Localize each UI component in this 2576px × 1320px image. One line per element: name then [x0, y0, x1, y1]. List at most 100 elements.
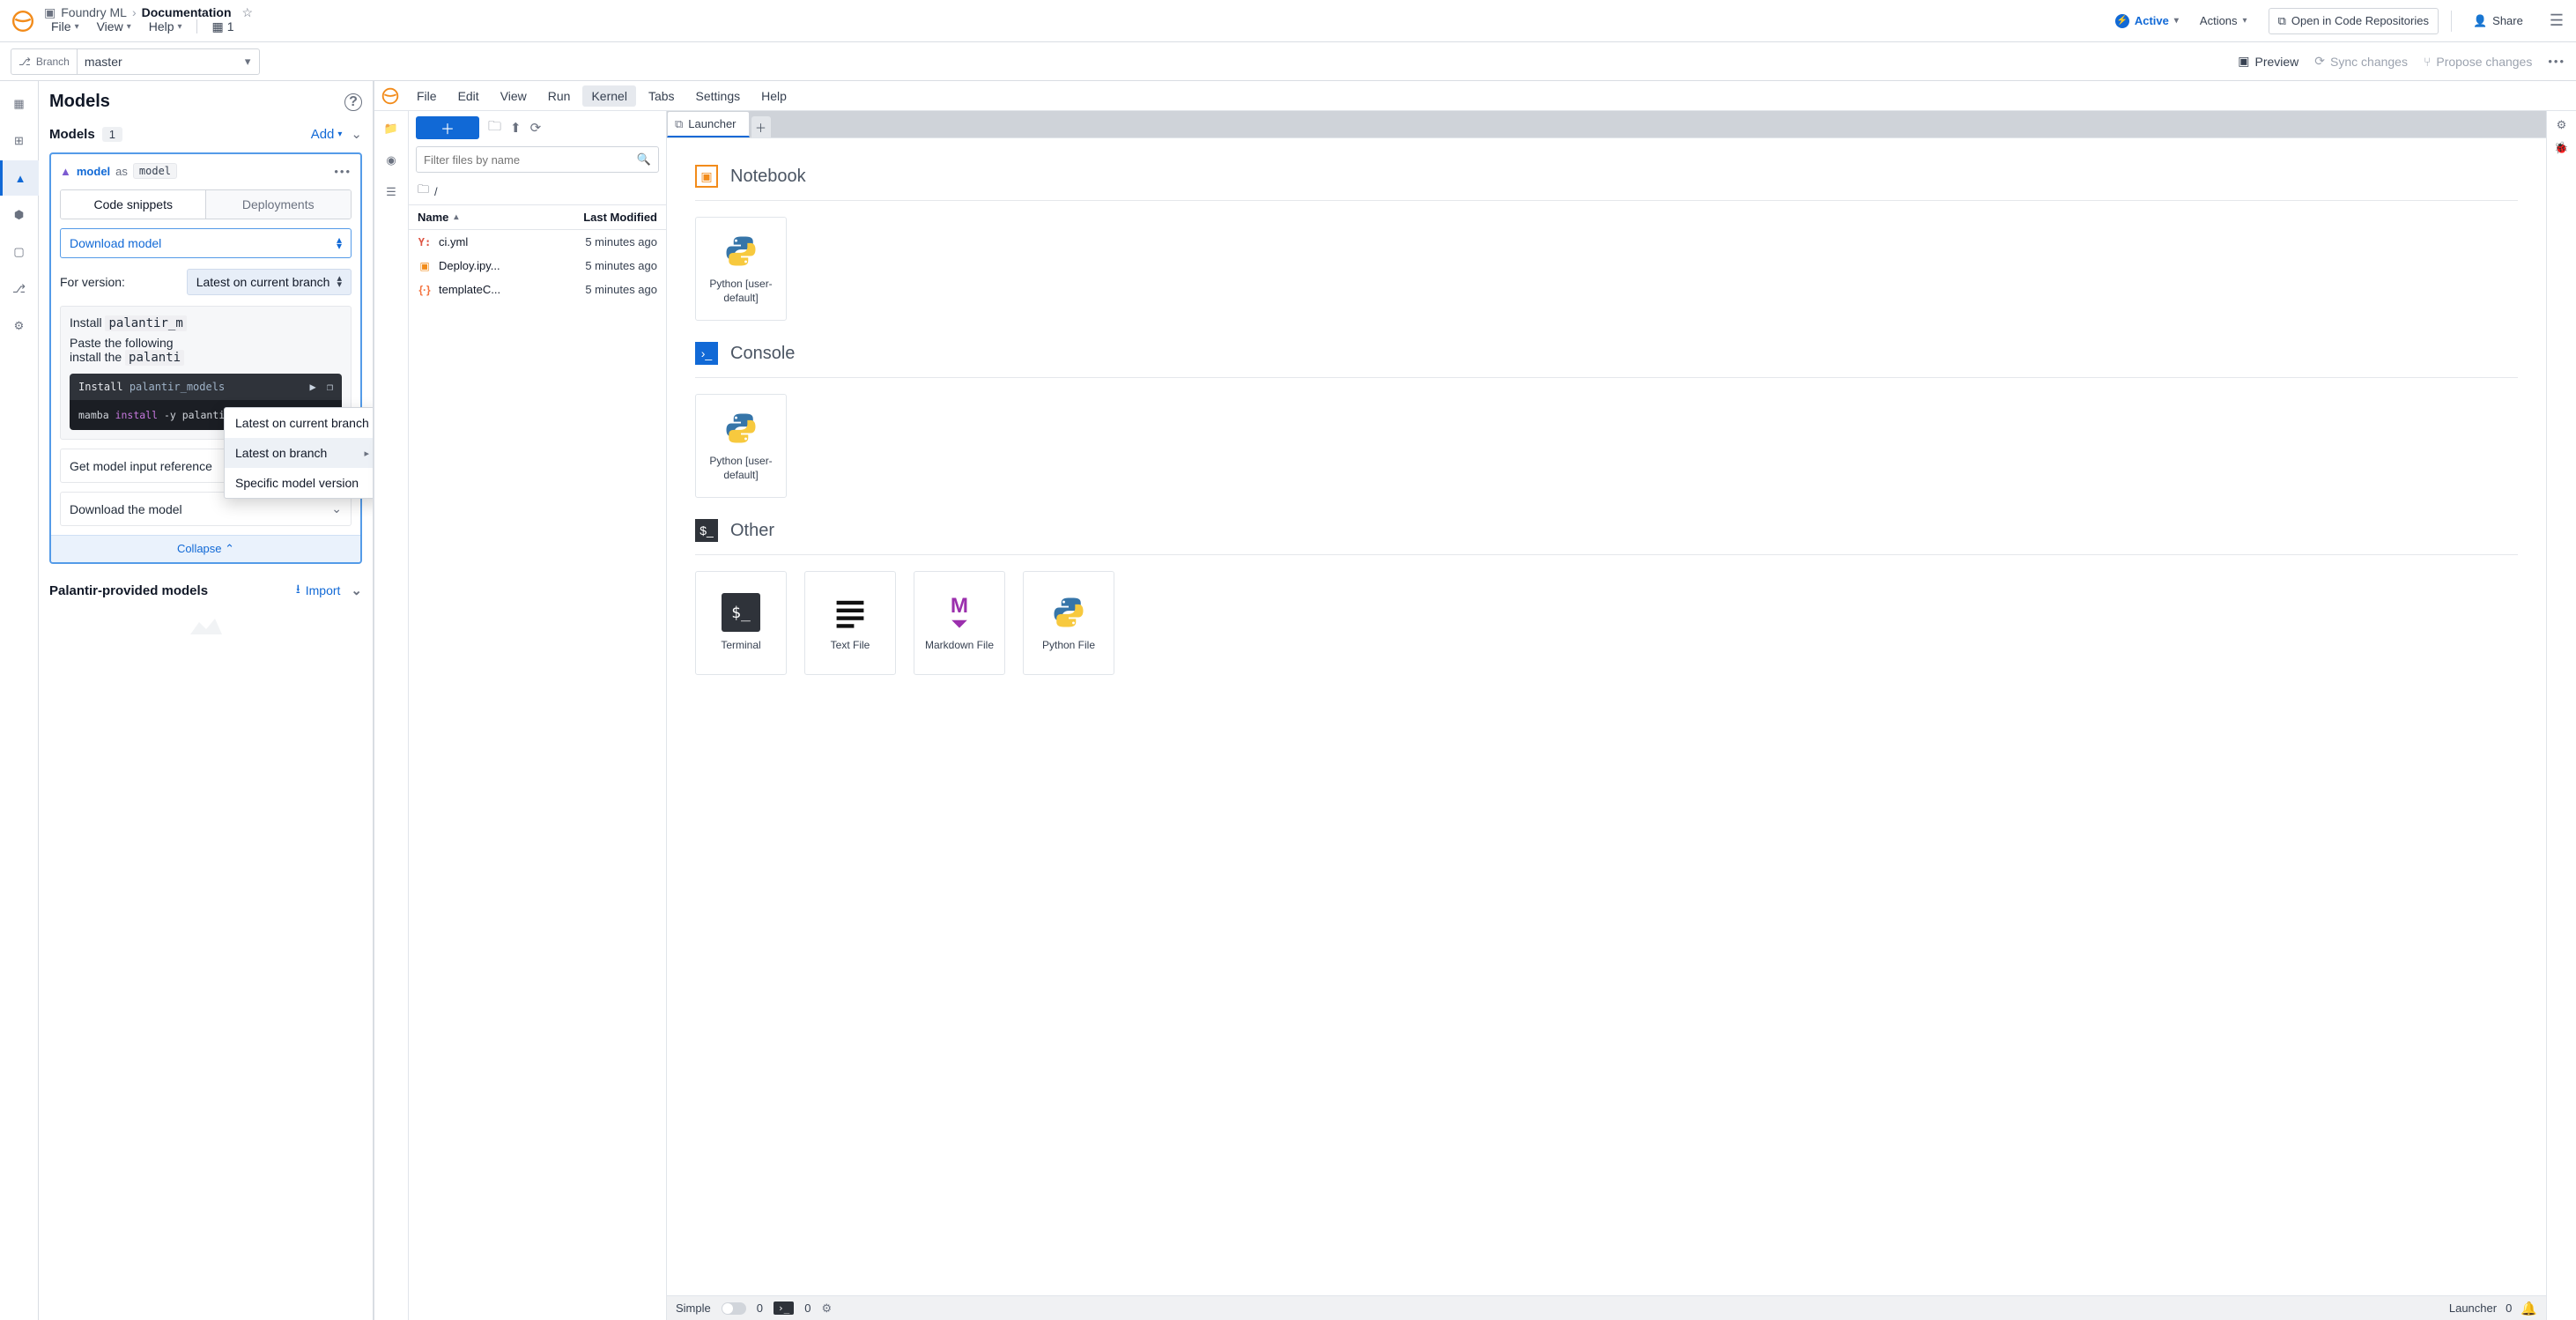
sync-changes-button[interactable]: ⟳Sync changes [2314, 54, 2408, 69]
bug-icon[interactable]: 🐞 [2554, 141, 2568, 155]
gear-icon[interactable]: ⚙ [821, 1301, 832, 1316]
rail-table-icon[interactable]: ▦ [0, 86, 39, 122]
file-breadcrumb[interactable]: 🗀/ [409, 178, 666, 204]
console-section-title: Console [730, 344, 795, 364]
file-browser: ＋ 🗀 ⬆ ⟳ 🔍 🗀/ Name▴ Last Modified [408, 111, 667, 1320]
launcher-card-terminal[interactable]: $_ Terminal [695, 571, 787, 675]
col-modified[interactable]: Last Modified [560, 205, 666, 229]
download-icon: ⭳ [296, 580, 300, 601]
rail-models-icon[interactable]: ▲ [0, 160, 39, 196]
notebook-section-title: Notebook [730, 167, 806, 187]
file-row[interactable]: Y:ci.yml 5 minutes ago [409, 230, 666, 254]
launcher-card-text[interactable]: Text File [804, 571, 896, 675]
new-folder-icon[interactable]: 🗀 [488, 117, 501, 139]
menu-view[interactable]: View▾ [90, 18, 138, 35]
jmenu-settings[interactable]: Settings [687, 85, 750, 107]
model-icon: ▲ [60, 165, 71, 178]
run-code-icon[interactable]: ▶ [310, 381, 316, 393]
file-row[interactable]: {·}templateC... 5 minutes ago [409, 278, 666, 301]
tab-deployments[interactable]: Deployments [206, 190, 352, 219]
jupyter-right-rail: ⚙ 🐞 [2546, 111, 2576, 1320]
jupyter-left-rail: 📁 ◉ ☰ [374, 111, 408, 1320]
branch-selector[interactable]: ⎇Branch master ▾ [11, 48, 260, 75]
file-row[interactable]: ▣Deploy.ipy... 5 minutes ago [409, 254, 666, 278]
refresh-icon[interactable]: ⟳ [530, 120, 542, 136]
contributors-indicator[interactable]: ▦ 1 [204, 17, 242, 37]
help-icon[interactable]: ? [344, 93, 362, 111]
share-button[interactable]: 👤 Share [2464, 9, 2532, 33]
more-icon[interactable]: ••• [2548, 55, 2565, 68]
jupyter-area: File Edit View Run Kernel Tabs Settings … [374, 81, 2576, 1320]
simple-toggle[interactable] [722, 1302, 746, 1315]
terminal-chip-icon[interactable]: ›_ [774, 1301, 794, 1315]
palantir-models-heading: Palantir-provided models [49, 583, 208, 598]
sync-icon: ⟳ [2314, 54, 2325, 69]
jrail-stop-icon[interactable]: ◉ [374, 146, 408, 174]
add-tab-button[interactable]: ＋ [751, 116, 771, 137]
jmenu-file[interactable]: File [408, 85, 446, 107]
new-launcher-button[interactable]: ＋ [416, 116, 479, 139]
upload-icon[interactable]: ⬆ [510, 120, 522, 136]
yaml-icon: Y: [418, 236, 432, 248]
launcher-card-python-console[interactable]: Python [user-default] [695, 394, 787, 498]
bolt-icon: ⚡ [2115, 14, 2129, 28]
launcher-card-python-notebook[interactable]: Python [user-default] [695, 217, 787, 321]
rail-presentation-icon[interactable]: ▢ [0, 234, 39, 270]
svg-text:M: M [951, 594, 968, 618]
jmenu-kernel[interactable]: Kernel [582, 85, 635, 107]
jmenu-tabs[interactable]: Tabs [640, 85, 684, 107]
version-selector[interactable]: Latest on current branch ▴▾ [187, 269, 352, 295]
preview-button[interactable]: ▣Preview [2238, 54, 2298, 69]
code-header: Install palantir_models ▶ ❐ [70, 374, 342, 400]
rail-cube-icon[interactable]: ⬢ [0, 197, 39, 233]
topbar: ▣ Foundry ML › Documentation ☆ File▾ Vie… [0, 0, 2576, 42]
copy-code-icon[interactable]: ❐ [327, 381, 333, 393]
jupyter-logo [381, 87, 399, 105]
tab-code-snippets[interactable]: Code snippets [61, 190, 206, 219]
palantir-collapse-icon[interactable]: ⌄ [351, 582, 362, 598]
rail-settings-icon[interactable]: ⚙ [0, 308, 39, 344]
jmenu-edit[interactable]: Edit [449, 85, 488, 107]
menu-help[interactable]: Help▾ [142, 18, 189, 35]
menu-icon[interactable]: ☰ [2544, 8, 2569, 33]
file-filter-input[interactable] [424, 153, 637, 167]
rail-package-icon[interactable]: ⊞ [0, 123, 39, 159]
collapse-card[interactable]: Collapse ⌃ [51, 535, 360, 562]
import-button[interactable]: ⭳Import [296, 580, 341, 601]
external-icon: ⧉ [675, 117, 683, 131]
launcher-card-python-file[interactable]: Python File [1023, 571, 1114, 675]
jrail-folder-icon[interactable]: 📁 [374, 115, 408, 143]
download-model-select[interactable]: Download model ▴▾ [60, 228, 352, 258]
console-section-icon: ›_ [695, 342, 718, 365]
sliders-icon[interactable]: ⚙ [2557, 118, 2567, 132]
jrail-list-icon[interactable]: ☰ [374, 178, 408, 206]
model-name[interactable]: model [77, 165, 110, 178]
model-more-icon[interactable]: ••• [334, 165, 352, 178]
jmenu-view[interactable]: View [492, 85, 536, 107]
file-filter[interactable]: 🔍 [416, 146, 659, 173]
version-opt-specific[interactable]: Specific model version [225, 468, 374, 498]
jmenu-run[interactable]: Run [539, 85, 580, 107]
app-logo [11, 9, 35, 33]
people-icon: ▦ [212, 19, 224, 34]
other-section-icon: $_ [695, 519, 718, 542]
sort-icon: ▴▾ [337, 276, 342, 288]
statusbar: Simple 0 ›_ 0 ⚙ Launcher 0 🔔 [667, 1295, 2546, 1320]
jmenu-help[interactable]: Help [752, 85, 796, 107]
bell-icon[interactable]: 🔔 [2520, 1301, 2537, 1316]
version-opt-current[interactable]: Latest on current branch [225, 408, 374, 438]
add-model-button[interactable]: Add▾ [311, 127, 343, 142]
propose-changes-button[interactable]: ⑂Propose changes [2424, 55, 2532, 69]
menu-file[interactable]: File▾ [44, 18, 86, 35]
left-icon-rail: ▦ ⊞ ▲ ⬢ ▢ ⎇ ⚙ [0, 81, 39, 1320]
launcher-card-markdown[interactable]: M Markdown File [914, 571, 1005, 675]
version-opt-branch[interactable]: Latest on branch▸ [225, 438, 374, 468]
col-name[interactable]: Name [418, 211, 448, 224]
section-collapse-icon[interactable]: ⌄ [351, 126, 362, 142]
tab-launcher[interactable]: ⧉ Launcher [667, 111, 750, 137]
status-active[interactable]: ⚡ Active ▾ [2115, 14, 2179, 28]
open-in-code-repos-button[interactable]: ⧉ Open in Code Repositories [2269, 8, 2439, 34]
python-icon [1049, 593, 1088, 632]
actions-menu[interactable]: Actions▾ [2191, 9, 2256, 33]
rail-branch-icon[interactable]: ⎇ [0, 271, 39, 307]
